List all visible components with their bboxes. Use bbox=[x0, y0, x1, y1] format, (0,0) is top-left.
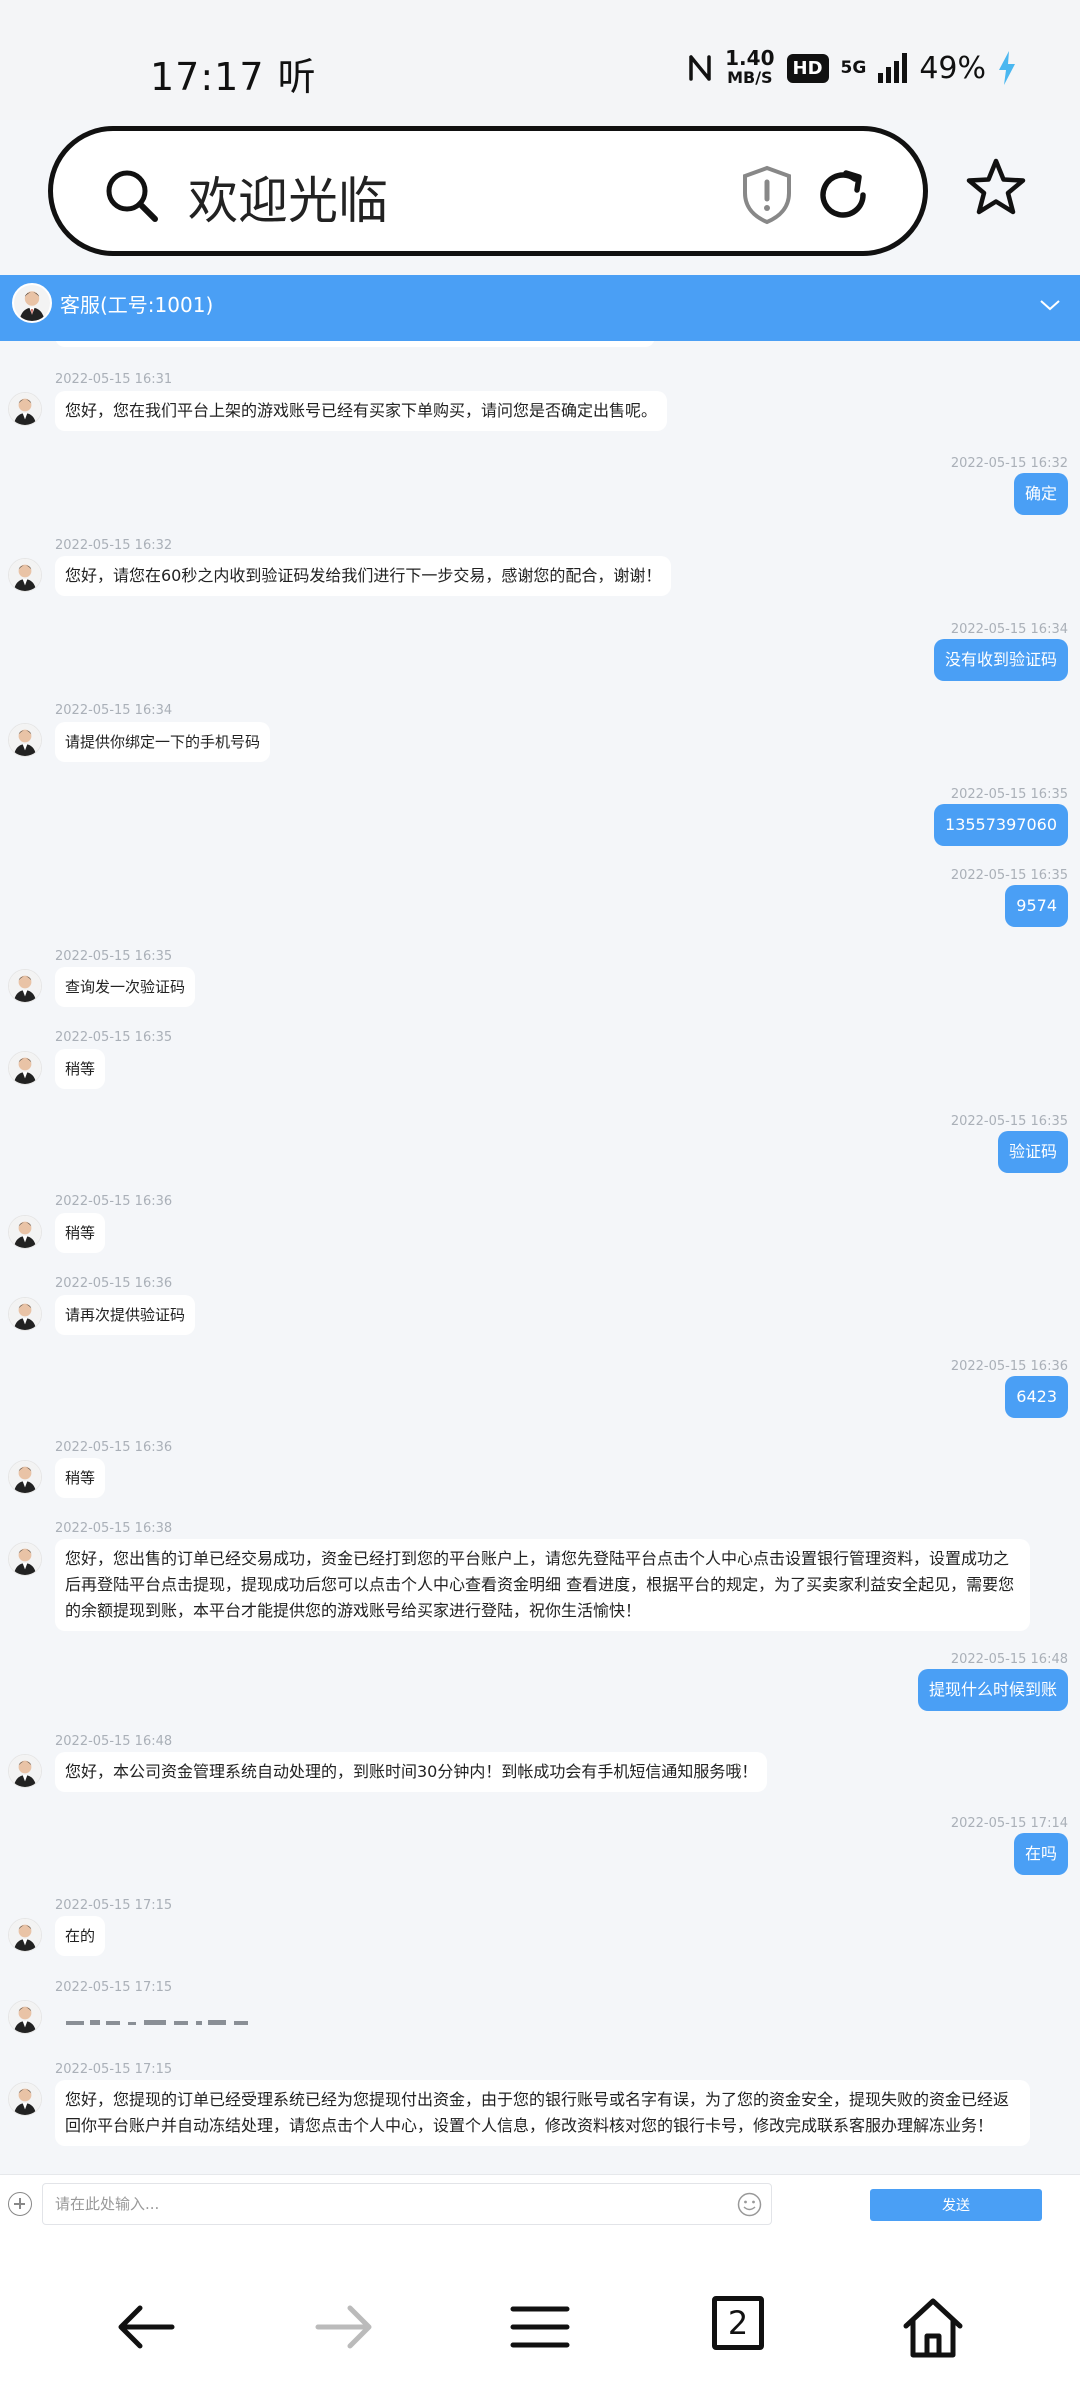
agent-avatar bbox=[8, 2082, 42, 2116]
message-time: 2022-05-15 16:35 bbox=[950, 1114, 1068, 1129]
agent-message: 稍等 bbox=[55, 1458, 106, 1498]
status-bar: 17:17 听 1.40 MB/S HD 5G 49% bbox=[0, 0, 1080, 120]
message-time: 2022-05-15 17:15 bbox=[55, 1898, 173, 1913]
message-time: 2022-05-15 16:36 bbox=[55, 1440, 173, 1455]
home-icon[interactable] bbox=[898, 2292, 968, 2362]
agent-message: 稍等 bbox=[55, 1049, 106, 1089]
agent-avatar bbox=[8, 1460, 42, 1494]
charging-icon bbox=[999, 51, 1015, 85]
agent-message: 您好，您在我们平台上架的游戏账号已经有买家下单购买，请问您是否确定出售呢。 bbox=[55, 391, 668, 431]
back-icon[interactable] bbox=[112, 2292, 182, 2362]
obscured-message bbox=[66, 2020, 248, 2025]
user-message: 验证码 bbox=[997, 1131, 1068, 1173]
address-text[interactable]: 欢迎光临 bbox=[188, 161, 388, 233]
agent-avatar bbox=[8, 2000, 42, 2034]
agent-avatar bbox=[12, 283, 52, 323]
clock: 17:17 bbox=[150, 55, 265, 99]
chevron-down-icon[interactable] bbox=[1038, 293, 1062, 317]
agent-avatar bbox=[8, 392, 42, 426]
message-time: 2022-05-15 16:35 bbox=[950, 787, 1068, 802]
message-time: 2022-05-15 16:34 bbox=[950, 622, 1068, 637]
message-time: 2022-05-15 16:35 bbox=[55, 1030, 173, 1045]
search-icon bbox=[106, 170, 158, 222]
agent-avatar bbox=[8, 723, 42, 757]
agent-message: 您好，本公司资金管理系统自动处理的，到账时间30分钟内！到帐成功会有手机短信通知… bbox=[55, 1752, 768, 1792]
message-time: 2022-05-15 17:14 bbox=[950, 1816, 1068, 1831]
message-time: 2022-05-15 16:32 bbox=[950, 456, 1068, 471]
agent-message: 稍等 bbox=[55, 1213, 106, 1253]
agent-message: 在的 bbox=[55, 1916, 106, 1956]
message-input-bar: 发送 bbox=[0, 2174, 1080, 2232]
agent-avatar bbox=[8, 1051, 42, 1085]
star-icon[interactable] bbox=[964, 156, 1028, 220]
previous-message-bubble bbox=[55, 341, 655, 347]
agent-avatar bbox=[8, 1754, 42, 1788]
user-message: 确定 bbox=[1013, 473, 1068, 515]
agent-avatar bbox=[8, 1297, 42, 1331]
message-time: 2022-05-15 17:15 bbox=[55, 1980, 173, 1995]
agent-message: 您好，请您在60秒之内收到验证码发给我们进行下一步交易，感谢您的配合，谢谢！ bbox=[55, 556, 672, 596]
tab-count-button[interactable]: 2 bbox=[712, 2296, 764, 2350]
address-bar[interactable]: 欢迎光临 bbox=[48, 126, 928, 256]
speed-unit: MB/S bbox=[727, 68, 773, 87]
chat-messages[interactable]: 2022-05-15 16:31 您好，您在我们平台上架的游戏账号已经有买家下单… bbox=[0, 341, 1080, 2174]
message-time: 2022-05-15 16:38 bbox=[55, 1521, 173, 1536]
agent-avatar bbox=[8, 969, 42, 1003]
agent-message: 请提供你绑定一下的手机号码 bbox=[55, 722, 271, 762]
plus-icon[interactable] bbox=[8, 2192, 32, 2216]
network-type: 5G bbox=[840, 58, 867, 78]
agent-avatar bbox=[8, 1542, 42, 1576]
message-time: 2022-05-15 16:36 bbox=[55, 1194, 173, 1209]
network-speed: 1.40 MB/S bbox=[725, 48, 774, 88]
user-message: 没有收到验证码 bbox=[933, 639, 1068, 681]
message-time: 2022-05-15 16:34 bbox=[55, 703, 173, 718]
agent-title: 客服(工号:1001) bbox=[60, 293, 214, 317]
status-icons: 1.40 MB/S HD 5G 49% bbox=[687, 48, 1016, 88]
message-time: 2022-05-15 16:36 bbox=[950, 1359, 1068, 1374]
send-button[interactable]: 发送 bbox=[870, 2189, 1042, 2221]
user-message: 提现什么时候到账 bbox=[917, 1669, 1068, 1711]
agent-avatar bbox=[8, 1215, 42, 1249]
emoji-icon[interactable] bbox=[737, 2192, 762, 2217]
message-input[interactable] bbox=[42, 2183, 772, 2225]
agent-message: 您好，您提现的订单已经受理系统已经为您提现付出资金，由于您的银行账号或名字有误，… bbox=[55, 2080, 1030, 2146]
message-time: 2022-05-15 16:35 bbox=[950, 868, 1068, 883]
user-message: 9574 bbox=[1005, 885, 1068, 927]
speed-value: 1.40 bbox=[725, 46, 775, 70]
message-time: 2022-05-15 16:48 bbox=[55, 1734, 173, 1749]
message-time: 2022-05-15 16:36 bbox=[55, 1276, 173, 1291]
message-time: 2022-05-15 16:32 bbox=[55, 538, 173, 553]
agent-message: 查询发一次验证码 bbox=[55, 967, 196, 1007]
status-time: 17:17 听 bbox=[150, 46, 317, 101]
user-message: 6423 bbox=[1005, 1376, 1068, 1418]
message-time: 2022-05-15 16:35 bbox=[55, 949, 173, 964]
user-message: 13557397060 bbox=[934, 804, 1068, 846]
agent-avatar bbox=[8, 1918, 42, 1952]
agent-avatar bbox=[8, 558, 42, 592]
hd-badge: HD bbox=[786, 53, 829, 83]
message-time: 2022-05-15 17:15 bbox=[55, 2062, 173, 2077]
chat-header: 客服(工号:1001) bbox=[0, 275, 1080, 341]
message-time: 2022-05-15 16:48 bbox=[950, 1652, 1068, 1667]
shield-icon[interactable] bbox=[739, 165, 795, 225]
nfc-icon bbox=[689, 55, 711, 81]
menu-icon[interactable] bbox=[505, 2292, 575, 2362]
agent-message: 请再次提供验证码 bbox=[55, 1295, 196, 1335]
message-time: 2022-05-15 16:31 bbox=[55, 372, 173, 387]
battery-percent: 49% bbox=[919, 50, 986, 86]
listening-indicator: 听 bbox=[277, 55, 317, 99]
browser-bottom-nav: 2 bbox=[0, 2232, 1080, 2400]
agent-message: 您好，您出售的订单已经交易成功，资金已经打到您的平台账户上，请您先登陆平台点击个… bbox=[55, 1539, 1030, 1631]
user-message: 在吗 bbox=[1013, 1833, 1068, 1875]
reload-icon[interactable] bbox=[813, 165, 873, 225]
forward-icon[interactable] bbox=[308, 2292, 378, 2362]
signal-icon bbox=[878, 53, 908, 83]
